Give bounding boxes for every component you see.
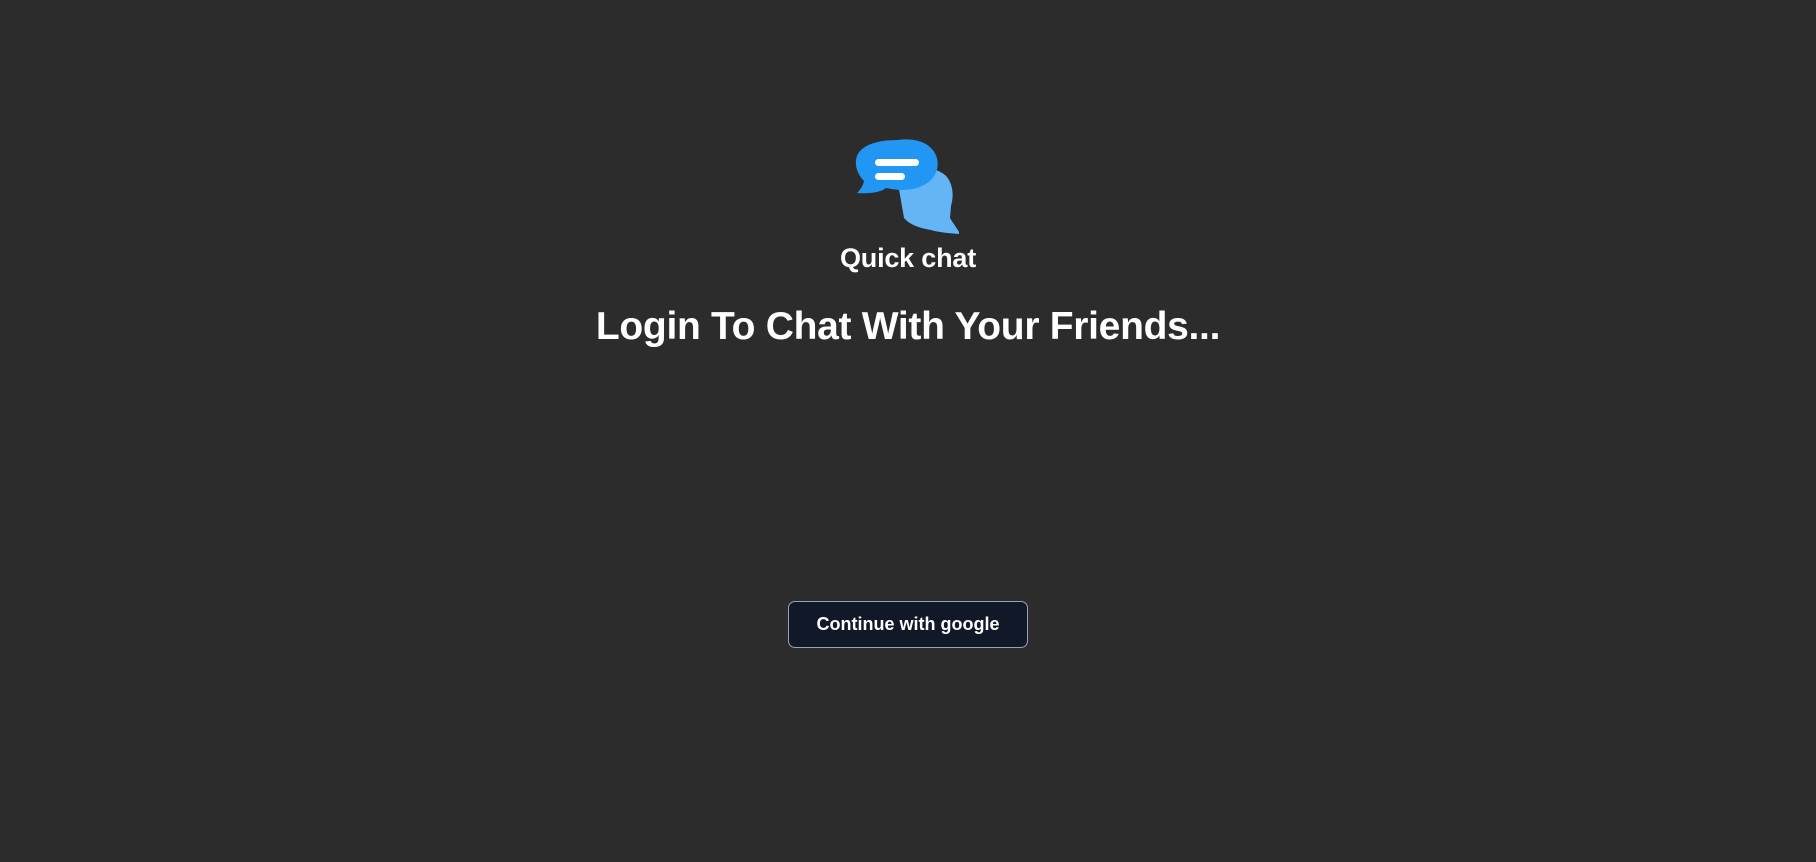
login-headline: Login To Chat With Your Friends... bbox=[595, 305, 1221, 348]
login-screen: Quick chat Login To Chat With Your Frien… bbox=[0, 0, 1816, 862]
continue-with-google-button[interactable]: Continue with google bbox=[788, 601, 1028, 648]
app-name: Quick chat bbox=[839, 243, 977, 273]
chat-bubbles-icon bbox=[855, 138, 961, 236]
